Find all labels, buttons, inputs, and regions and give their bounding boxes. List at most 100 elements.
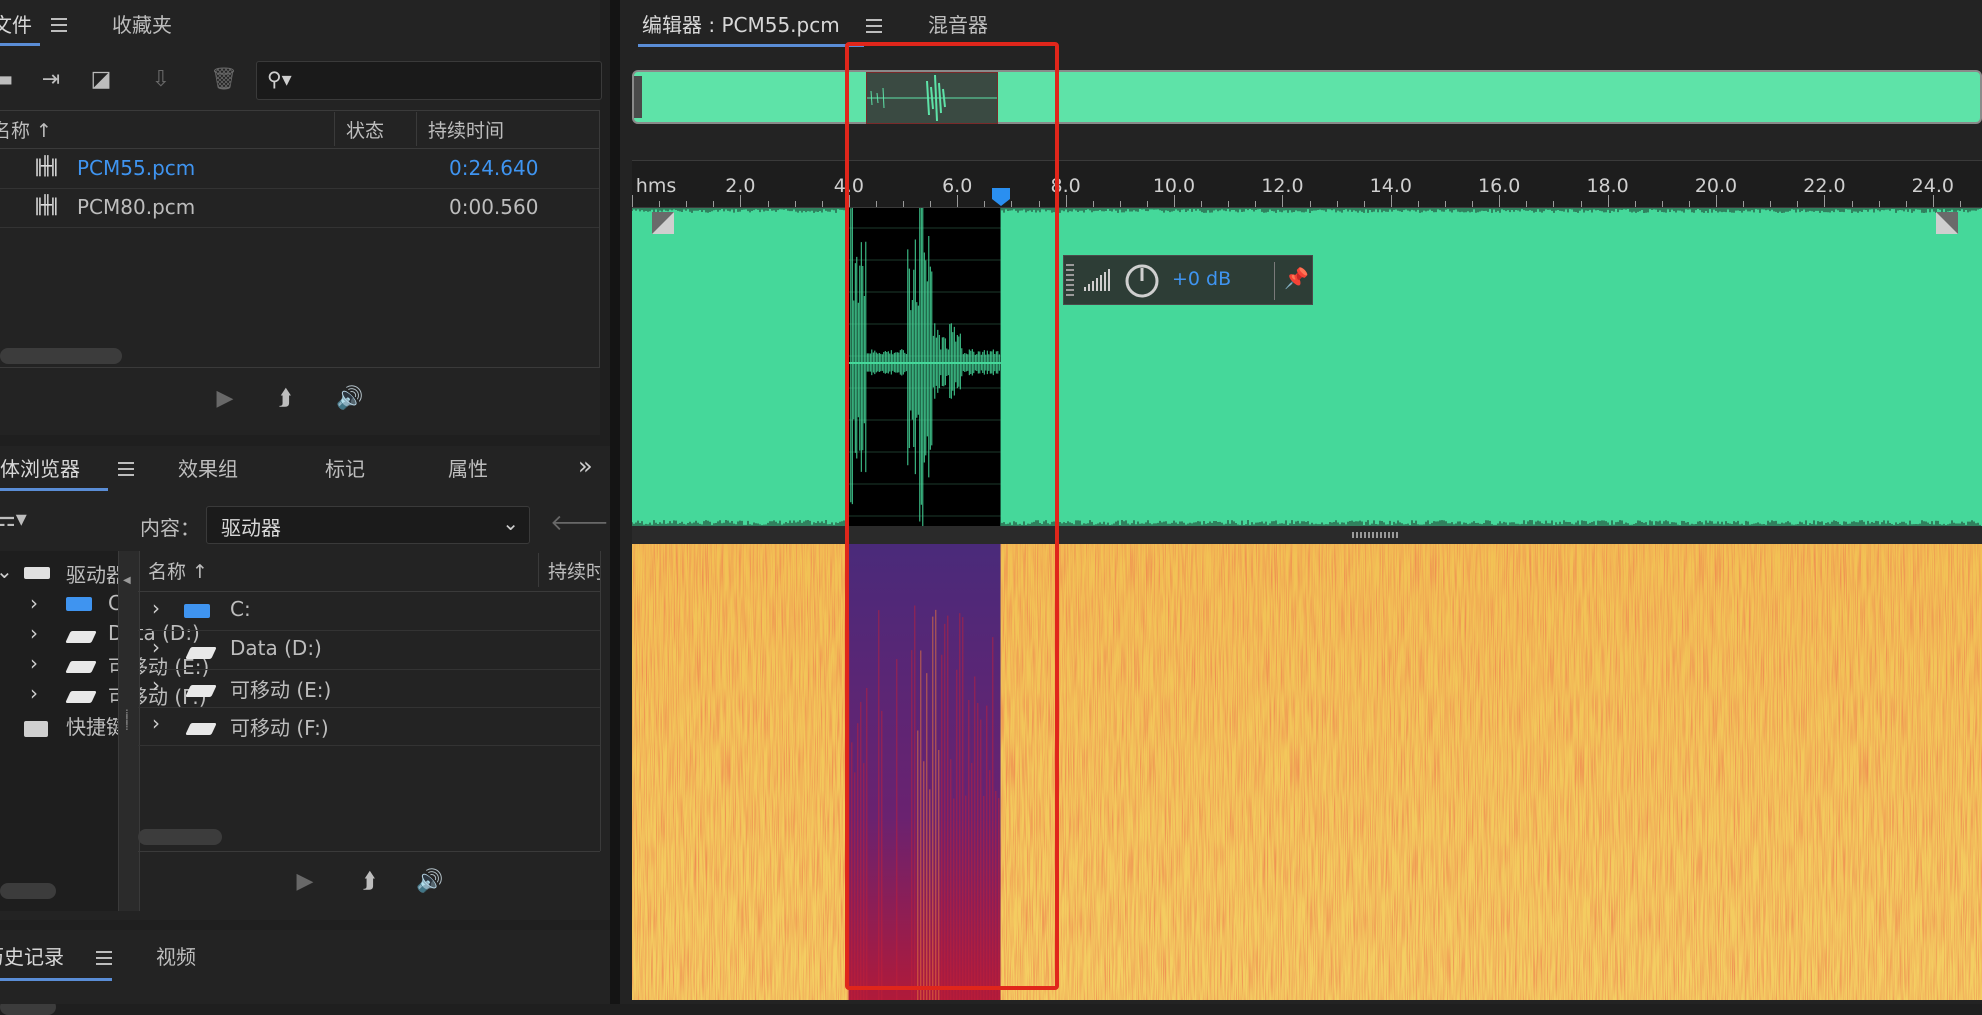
file-name: PCM55.pcm — [77, 156, 196, 180]
ruler-tick — [1932, 195, 1934, 207]
pane-splitter[interactable]: ◀ ⁞ ⁞ ⁞ — [118, 551, 140, 911]
file-search-field[interactable]: ⚲▾ — [256, 61, 602, 100]
ruler-unit-label: hms — [635, 175, 677, 197]
tab-video[interactable]: 视频 — [156, 942, 196, 972]
ruler-tick — [1851, 201, 1853, 207]
time-ruler[interactable]: hms 2.0 4.0 6.0 8.0 10.0 12.0 14.0 16.0 18.0 20.0… — [632, 160, 1982, 208]
export-icon[interactable]: ⇩ — [146, 66, 176, 94]
file-duration: 0:24.640 — [449, 156, 539, 180]
ruler-tick-label: 12.0 — [1261, 175, 1304, 197]
file-row[interactable]: ‖╫‖ PCM80.pcm 0:00.560 — [0, 189, 600, 228]
volume-hud[interactable]: +0 dB 📌 — [1063, 255, 1313, 305]
tab-media-underline — [0, 488, 108, 491]
loop-icon[interactable]: ⮭ — [354, 868, 384, 896]
open-file-icon[interactable]: ▬ — [0, 66, 18, 94]
spectrogram-view[interactable] — [632, 544, 1982, 1000]
tree-shortcuts[interactable]: 快捷键 — [66, 711, 126, 740]
play-icon[interactable]: ▶ — [290, 868, 320, 896]
drive-col-name-header[interactable]: 名称 ↑ — [148, 557, 208, 584]
ruler-tick — [794, 201, 796, 207]
tab-files[interactable]: 文件 — [0, 10, 32, 40]
fade-in-handle[interactable] — [652, 212, 674, 234]
volume-value[interactable]: +0 dB — [1172, 268, 1231, 290]
column-name-header[interactable]: 名称 ↑ — [0, 116, 52, 143]
editor-panel: 编辑器 : PCM55.pcm 混音器 hms 2.0 4.0 6.0 8.0 10.0… — [620, 0, 1982, 1004]
tree-h-scrollbar[interactable] — [0, 883, 56, 899]
tab-editor[interactable]: 编辑器 : PCM55.pcm — [642, 10, 840, 40]
tab-mixer[interactable]: 混音器 — [928, 10, 988, 40]
drive-col-duration-header[interactable]: 持续时间 — [548, 557, 600, 584]
play-icon[interactable]: ▶ — [210, 385, 240, 413]
ruler-tick — [1905, 201, 1907, 207]
drive-row[interactable]: › 可移动 (F:) — [138, 707, 600, 746]
audio-file-icon: ‖╫‖ — [34, 156, 59, 177]
view-splitter[interactable] — [632, 526, 1982, 544]
history-menu-icon[interactable] — [96, 951, 112, 965]
tab-editor-underline — [638, 44, 864, 47]
insert-icon[interactable]: ◪ — [86, 66, 116, 94]
chevron-right-icon[interactable]: › — [30, 681, 38, 705]
autoplay-speaker-icon[interactable]: 🔊 — [328, 385, 372, 413]
sort-arrow-icon: ↑ — [186, 561, 208, 583]
tab-media-browser[interactable]: 媒体浏览器 — [0, 454, 80, 484]
ruler-tick — [1743, 201, 1745, 207]
column-duration-header[interactable]: 持续时间 — [428, 116, 504, 143]
delete-icon[interactable]: 🗑 — [209, 66, 239, 94]
import-icon[interactable]: ⇥ — [36, 66, 66, 94]
file-search-input[interactable] — [307, 66, 591, 94]
ruler-tick — [1255, 201, 1257, 207]
overview-left-handle[interactable] — [634, 76, 642, 118]
files-h-scrollbar[interactable] — [0, 348, 122, 364]
tree-root-label[interactable]: 驱动器 — [66, 559, 126, 588]
column-status-header[interactable]: 状态 — [346, 116, 384, 143]
chevron-down-icon[interactable]: ⌄ — [0, 559, 13, 583]
ruler-tick-label: 20.0 — [1694, 175, 1738, 197]
chevron-right-icon[interactable]: › — [30, 651, 38, 675]
drive-icon — [185, 723, 217, 735]
fade-out-handle[interactable] — [1936, 212, 1958, 234]
drive-row[interactable]: › Data (D:) — [138, 631, 600, 670]
drive-list-pane: 名称 ↑ 持续时间 › C: › Data (D:) › 可移动 (E:) › … — [138, 551, 601, 851]
more-tabs-icon[interactable]: » — [578, 452, 593, 480]
drive-row[interactable]: › C: — [138, 592, 600, 631]
tab-properties[interactable]: 属性 — [448, 454, 488, 484]
drive-list-bottom — [138, 851, 600, 852]
volume-bars-icon — [1084, 269, 1110, 291]
ruler-tick-label: 2.0 — [725, 175, 756, 197]
autoplay-speaker-icon[interactable]: 🔊 — [408, 868, 452, 896]
drive-menu-icon[interactable]: ⚎▾ — [0, 506, 27, 534]
chevron-right-icon[interactable]: › — [152, 635, 160, 659]
chevron-right-icon[interactable]: › — [152, 596, 160, 620]
editor-menu-icon[interactable] — [866, 19, 882, 33]
hud-grip-icon[interactable] — [1066, 264, 1074, 298]
ruler-tick — [1607, 195, 1609, 207]
ruler-tick — [632, 195, 633, 207]
pin-icon[interactable]: 📌 — [1284, 266, 1309, 290]
ruler-tick — [1363, 201, 1365, 207]
media-menu-icon[interactable] — [118, 462, 134, 476]
search-icon: ⚲▾ — [267, 67, 292, 91]
back-arrow-icon[interactable]: 🡐 — [550, 510, 609, 538]
files-menu-icon[interactable] — [51, 18, 67, 32]
tab-markers[interactable]: 标记 — [325, 454, 365, 484]
chevron-right-icon[interactable]: › — [152, 711, 160, 735]
drive-h-scrollbar[interactable] — [138, 829, 222, 845]
volume-knob[interactable] — [1124, 263, 1160, 299]
chevron-right-icon[interactable]: › — [30, 591, 38, 615]
chevron-right-icon[interactable]: › — [30, 621, 38, 645]
chevron-right-icon[interactable]: › — [152, 673, 160, 697]
overview-bar[interactable] — [632, 70, 1982, 124]
collapse-left-icon: ◀ — [123, 575, 131, 586]
ruler-tick — [1228, 201, 1230, 207]
tab-history[interactable]: 历史记录 — [0, 942, 64, 972]
file-row[interactable]: ‖╫‖ PCM55.pcm 0:24.640 — [0, 150, 600, 189]
ruler-tick — [1526, 201, 1528, 207]
waveform-view[interactable]: +0 dB 📌 — [632, 208, 1982, 526]
tab-effects-group[interactable]: 效果组 — [178, 454, 238, 484]
tab-favorites[interactable]: 收藏夹 — [112, 10, 172, 40]
loop-icon[interactable]: ⮭ — [270, 385, 300, 413]
ruler-tick — [1580, 201, 1582, 207]
drive-row[interactable]: › 可移动 (E:) — [138, 669, 600, 708]
panel-divider[interactable] — [610, 0, 620, 1004]
content-dropdown[interactable]: 驱动器 ⌄ — [206, 506, 530, 544]
